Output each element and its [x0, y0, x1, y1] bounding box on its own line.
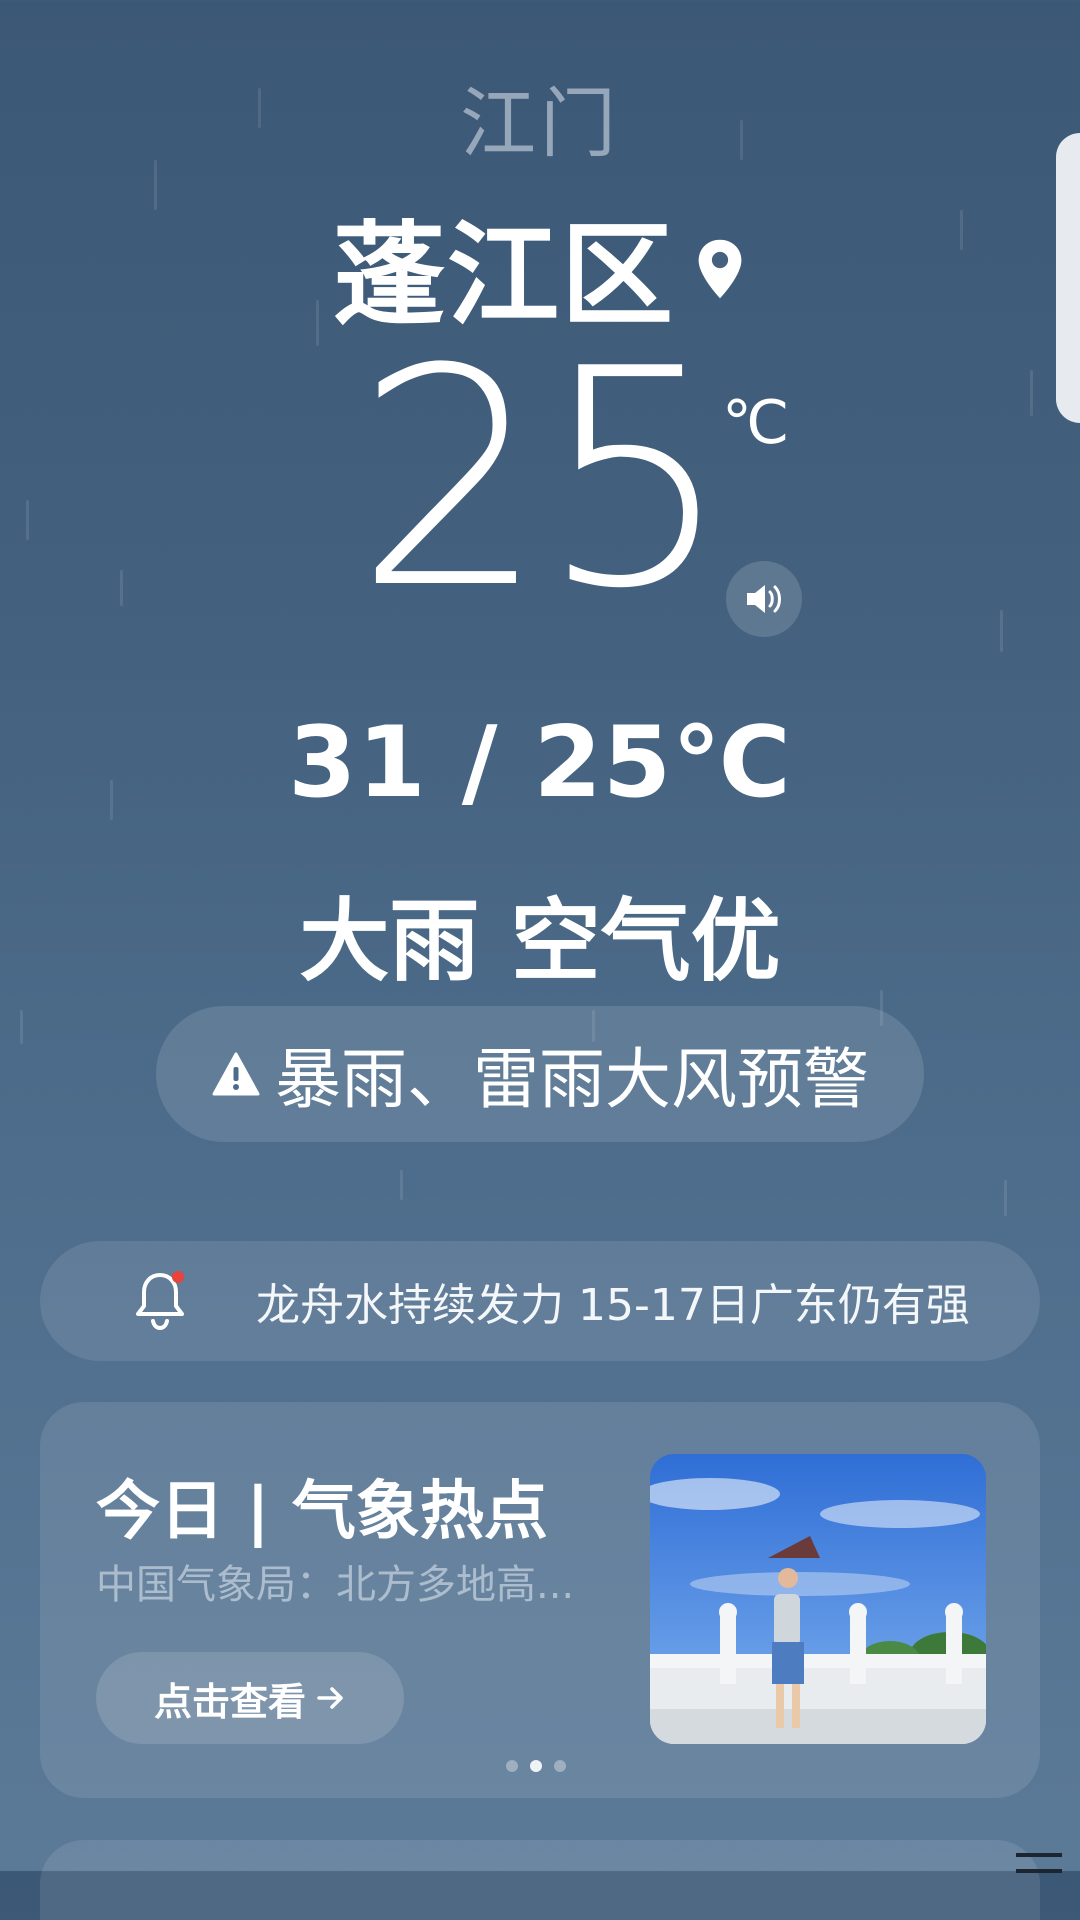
- weather-hotspot-card[interactable]: 今日 | 气象热点 中国气象局：北方多地高... 点击查看: [40, 1402, 1040, 1798]
- carousel-dot-active: [530, 1760, 542, 1772]
- card-title: 今日 | 气象热点: [96, 1475, 548, 1549]
- carousel-indicator: [506, 1760, 566, 1772]
- next-card-peek[interactable]: [40, 1840, 1040, 1920]
- side-drawer-handle[interactable]: [1056, 133, 1080, 423]
- carousel-dot: [506, 1760, 518, 1772]
- location-pin-icon: [698, 239, 742, 299]
- alert-text: 暴雨、雷雨大风预警: [275, 1041, 869, 1118]
- temperature-unit: ℃: [722, 388, 790, 458]
- news-headline: 龙舟水持续发力 15-17日广东仍有强: [256, 1280, 970, 1331]
- speaker-button[interactable]: [726, 561, 802, 637]
- menu-icon[interactable]: [1016, 1853, 1062, 1873]
- warning-icon: [212, 1052, 260, 1096]
- view-button-label: 点击查看: [153, 1679, 306, 1724]
- weather-alert-pill[interactable]: 暴雨、雷雨大风预警: [156, 1006, 924, 1142]
- view-button[interactable]: 点击查看: [96, 1652, 404, 1744]
- news-ticker[interactable]: 龙舟水持续发力 15-17日广东仍有强: [40, 1241, 1040, 1361]
- bell-icon: [132, 1269, 192, 1333]
- weather-condition: 大雨 空气优: [299, 889, 781, 994]
- current-temperature: 25: [355, 305, 731, 654]
- carousel-dot: [554, 1760, 566, 1772]
- city-name: 江门: [460, 79, 620, 168]
- arrow-right-icon: [317, 1687, 343, 1709]
- notification-dot: [172, 1271, 184, 1283]
- temperature-range: 31 / 25℃: [288, 706, 792, 820]
- hotspot-photo[interactable]: [650, 1454, 986, 1744]
- card-subtitle: 中国气象局：北方多地高...: [96, 1562, 575, 1608]
- speaker-icon: [747, 585, 781, 613]
